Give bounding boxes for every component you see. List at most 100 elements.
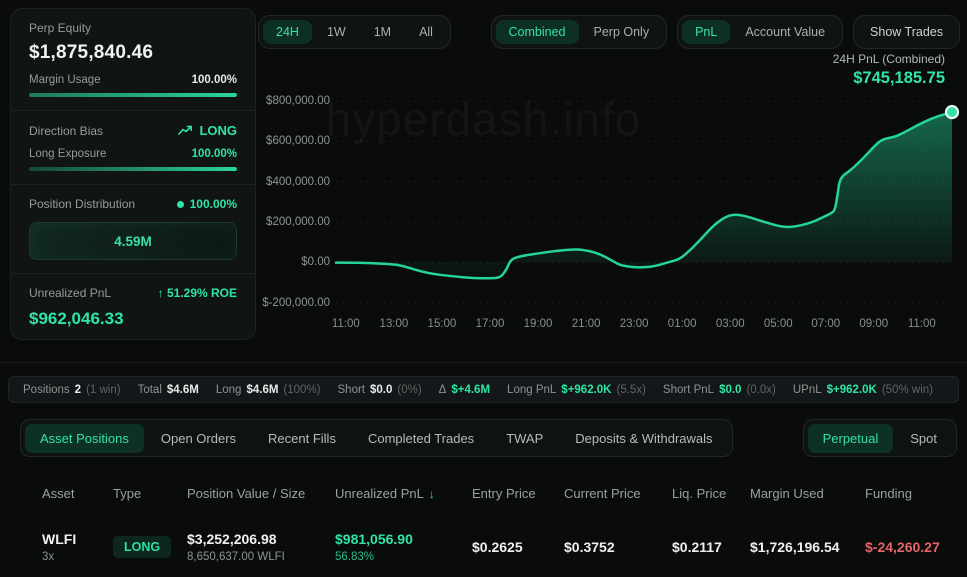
column-header[interactable]: Position Value / Size (187, 480, 335, 507)
column-header[interactable]: Type (113, 480, 187, 507)
column-header[interactable]: Entry Price (472, 480, 564, 507)
summary-item: Δ $+4.6M (439, 384, 490, 396)
column-header[interactable]: Liq. Price (672, 480, 750, 507)
margin-usage-bar (29, 93, 237, 97)
summary-item: Short$0.0(0%) (338, 384, 422, 396)
position-distribution-section: Position Distribution 100.00% 4.59M (11, 185, 255, 273)
tab-open-orders[interactable]: Open Orders (146, 424, 251, 453)
y-tick-label: $400,000.00 (266, 176, 330, 188)
margin-used: $1,726,196.54 (750, 539, 865, 555)
x-tick-label: 07:00 (811, 318, 840, 330)
y-axis: $800,000.00$600,000.00$400,000.00$200,00… (250, 95, 330, 315)
column-header[interactable]: Asset (42, 480, 113, 507)
summary-item-value: $4.6M (167, 384, 199, 396)
x-tick-label: 09:00 (859, 318, 888, 330)
x-tick-label: 03:00 (716, 318, 745, 330)
chart-endpoint-dot (946, 106, 958, 118)
direction-bias-section: Direction Bias LONG Long Exposure 100.00… (11, 111, 255, 184)
direction-bias-label: Direction Bias (29, 124, 103, 138)
range-tab-all[interactable]: All (406, 20, 446, 44)
column-header[interactable]: Current Price (564, 480, 672, 507)
summary-item-extra: (0.0x) (746, 384, 775, 396)
table-row[interactable]: WLFI 3x LONG $3,252,206.98 8,650,637.00 … (42, 521, 957, 573)
summary-item: Long$4.6M(100%) (216, 384, 321, 396)
x-tick-label: 01:00 (668, 318, 697, 330)
positions-table: AssetTypePosition Value / SizeUnrealized… (0, 480, 967, 573)
show-trades-button[interactable]: Show Trades (853, 15, 960, 49)
range-tab-24h[interactable]: 24H (263, 20, 312, 44)
asset-name: WLFI (42, 531, 113, 547)
market-tab-perpetual[interactable]: Perpetual (808, 424, 894, 453)
positions-section: hyperdash Positions2(1 win)Total$4.6MLon… (0, 362, 967, 577)
y-tick-label: $-200,000.00 (262, 297, 330, 309)
tab-completed-trades[interactable]: Completed Trades (353, 424, 489, 453)
margin-usage-value: 100.00% (192, 74, 237, 86)
long-exposure-bar (29, 167, 237, 171)
table-header-row: AssetTypePosition Value / SizeUnrealized… (42, 480, 957, 507)
tab-recent-fills[interactable]: Recent Fills (253, 424, 351, 453)
distribution-box[interactable]: 4.59M (29, 222, 237, 260)
y-tick-label: $800,000.00 (266, 95, 330, 107)
tab-deposits-withdrawals[interactable]: Deposits & Withdrawals (560, 424, 727, 453)
summary-item-value: $+962.0K (561, 384, 611, 396)
x-tick-label: 19:00 (524, 318, 553, 330)
range-tab-1m[interactable]: 1M (361, 20, 404, 44)
current-price: $0.3752 (564, 539, 672, 555)
column-header[interactable]: Unrealized PnL↓ (335, 480, 472, 507)
summary-item-extra: (100%) (283, 384, 320, 396)
view-tab-pnl[interactable]: PnL (682, 20, 730, 44)
mode-tab-perp-only[interactable]: Perp Only (581, 20, 663, 44)
summary-item-label: Short (338, 384, 366, 396)
position-type-badge: LONG (113, 536, 171, 558)
positions-summary-bar: Positions 2 (1 win) Total$4.6M Long$4.6M(100… (8, 376, 959, 403)
margin-usage-label: Margin Usage (29, 74, 101, 86)
row-unrealized-pnl: $981,056.90 (335, 531, 472, 547)
sort-desc-icon: ↓ (429, 487, 435, 501)
positions-tabs: Asset PositionsOpen OrdersRecent FillsCo… (20, 419, 733, 457)
summary-item-label: Positions (23, 384, 70, 396)
roe-value: ↑ 51.29% ROE (158, 286, 237, 300)
pnl-chart[interactable] (336, 95, 952, 315)
y-tick-label: $600,000.00 (266, 135, 330, 147)
y-tick-label: $0.00 (301, 256, 330, 268)
asset-leverage: 3x (42, 551, 113, 563)
trending-up-icon (178, 125, 193, 136)
market-tabs: PerpetualSpot (803, 419, 957, 457)
long-exposure-label: Long Exposure (29, 148, 106, 160)
market-tab-spot[interactable]: Spot (895, 424, 952, 453)
x-axis: 11:0013:0015:0017:0019:0021:0023:0001:00… (336, 318, 952, 334)
pnl-chart-svg (336, 95, 952, 315)
summary-item-extra: (1 win) (86, 384, 121, 396)
tab-twap[interactable]: TWAP (491, 424, 558, 453)
x-tick-label: 11:00 (332, 318, 360, 330)
summary-item-value: $+962.0K (827, 384, 877, 396)
summary-item-value: $+4.6M (451, 384, 490, 396)
summary-item-value: $0.0 (370, 384, 392, 396)
mode-tab-combined[interactable]: Combined (496, 20, 579, 44)
mode-tabs: CombinedPerp Only (491, 15, 668, 49)
summary-item-value: $0.0 (719, 384, 741, 396)
tab-asset-positions[interactable]: Asset Positions (25, 424, 144, 453)
long-exposure-value: 100.00% (192, 148, 237, 160)
position-distribution-label: Position Distribution (29, 197, 135, 211)
position-distribution-value: 100.00% (190, 197, 237, 211)
row-unrealized-pnl-pct: 56.83% (335, 551, 472, 563)
summary-item-extra: (50% win) (882, 384, 933, 396)
x-tick-label: 15:00 (428, 318, 457, 330)
view-tab-account-value[interactable]: Account Value (732, 20, 838, 44)
x-tick-label: 23:00 (620, 318, 649, 330)
summary-item-label: Δ (439, 384, 447, 396)
summary-item-value: 2 (75, 384, 81, 396)
column-header[interactable]: Margin Used (750, 480, 865, 507)
time-range-tabs: 24H1W1MAll (258, 15, 451, 49)
position-size: 8,650,637.00 WLFI (187, 551, 335, 563)
summary-item: Short PnL$0.0(0.0x) (663, 384, 776, 396)
column-header[interactable]: Funding (865, 480, 957, 507)
summary-item: Total$4.6M (138, 384, 199, 396)
unrealized-pnl-section: Unrealized PnL ↑ 51.29% ROE $962,046.33 (11, 274, 255, 340)
liq-price: $0.2117 (672, 539, 750, 555)
perp-equity-value: $1,875,840.46 (29, 42, 237, 64)
range-tab-1w[interactable]: 1W (314, 20, 359, 44)
summary-item: Long PnL$+962.0K(5.5x) (507, 384, 646, 396)
direction-bias-value: LONG (199, 123, 237, 138)
